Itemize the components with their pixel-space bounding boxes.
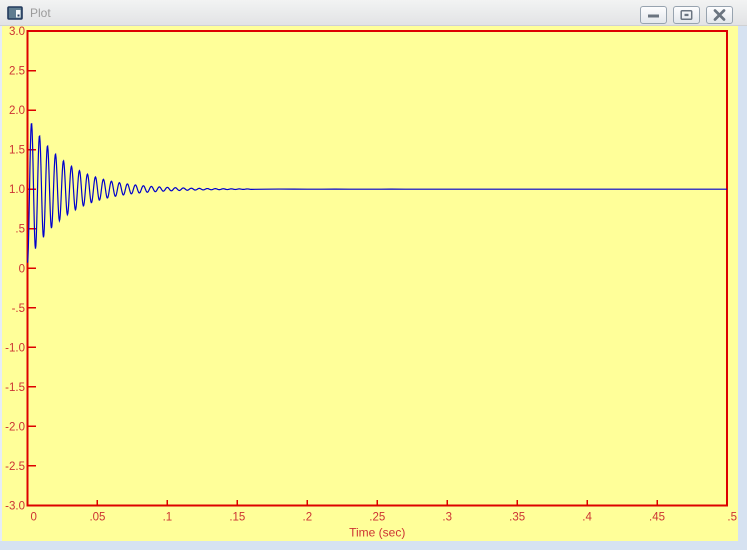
titlebar[interactable]: Plot: [0, 0, 747, 26]
y-tick-label: -1.5: [5, 382, 25, 394]
window-controls: [640, 6, 733, 24]
window-resize-border-right[interactable]: [738, 26, 747, 550]
y-tick-label: 2.0: [9, 105, 25, 117]
x-tick-label: .35: [509, 512, 525, 524]
y-tick-label: .5: [15, 224, 25, 236]
close-button[interactable]: [706, 6, 733, 24]
series-line: [26, 122, 727, 263]
maximize-icon: [680, 9, 693, 21]
plot-chart: 0 .05 .1 .15 .2 .25 .3 .35 .4 .45 .5 3.0 2.5 2.0 1.5 1.…: [5, 26, 737, 540]
x-tick-label: 0: [31, 512, 37, 524]
plot-window-icon: [7, 5, 23, 21]
y-tick-label: -2.5: [5, 461, 25, 473]
y-tick-label: 1.5: [9, 145, 25, 157]
window-title: Plot: [30, 5, 51, 20]
close-icon: [713, 9, 726, 21]
x-tick-label: .25: [369, 512, 385, 524]
y-tick-label: 0: [19, 263, 25, 275]
x-tick-label: .3: [442, 512, 452, 524]
y-tick-label: 2.5: [9, 66, 25, 78]
x-axis-title: Time (sec): [349, 526, 405, 540]
x-tick-label: .05: [89, 512, 105, 524]
y-tick-label: -1.0: [5, 342, 25, 354]
minimize-button[interactable]: [640, 6, 667, 24]
y-tick-label: -2.0: [5, 421, 25, 433]
x-tick-label: .2: [303, 512, 313, 524]
y-tick-label: 1.0: [9, 184, 25, 196]
x-tick-label: .45: [649, 512, 665, 524]
plot-window: Plot 0.05.1.15.2.25.3.35.4.45.5 3.0 2.5 2.: [0, 0, 747, 550]
window-resize-border-left[interactable]: [0, 26, 2, 550]
plot-client-area: 0 .05 .1 .15 .2 .25 .3 .35 .4 .45 .5 3.0 2.5 2.0 1.5 1.…: [0, 26, 747, 541]
maximize-button[interactable]: [673, 6, 700, 24]
x-tick-label: .4: [582, 512, 592, 524]
window-resize-border-bottom[interactable]: [0, 541, 747, 550]
y-tick-label: -3.0: [5, 501, 25, 513]
x-tick-label: .5: [727, 512, 737, 524]
y-tick-label: 3.0: [9, 26, 25, 38]
y-tick-label: -.5: [12, 303, 25, 315]
minimize-icon: [648, 14, 659, 17]
x-tick-label: .1: [163, 512, 173, 524]
plot-frame: [26, 30, 728, 507]
x-tick-label: .15: [229, 512, 245, 524]
